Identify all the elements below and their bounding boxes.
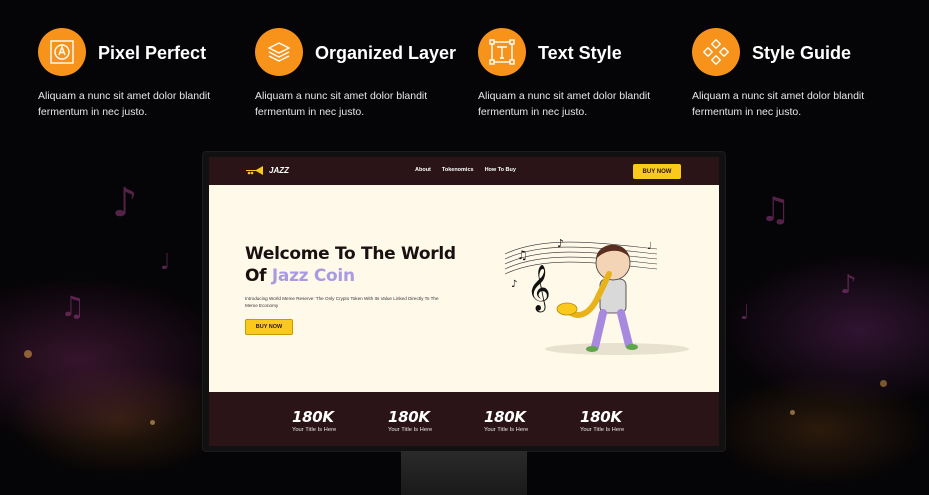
music-note-icon: ♩ [160,250,171,275]
bokeh-dot [880,380,887,387]
feature-title: Pixel Perfect [98,43,207,63]
site-navbar: JAZZ About Tokenomics How To Buy BUY NOW [209,157,719,185]
text-style-icon [478,28,526,76]
bokeh-dot [150,420,155,425]
feature-title: Organized Layer [315,43,457,63]
stat-label: Your Title Is Here [292,427,337,433]
stat-value: 180K [580,408,622,426]
layers-icon [255,28,303,76]
music-note-icon: ♪ [840,270,857,300]
stats-band: 180K Your Title Is Here 180K Your Title … [209,392,719,446]
trumpet-icon [246,166,263,175]
feature-title: Text Style [538,43,622,63]
svg-text:♪: ♪ [557,237,564,250]
site-logo[interactable]: JAZZ [245,165,289,176]
stat-label: Your Title Is Here [484,427,529,433]
stat-label: Your Title Is Here [580,427,625,433]
nav-link-how-to-buy[interactable]: How To Buy [485,167,516,173]
style-guide-icon [692,28,740,76]
music-note-icon: ♫ [60,290,86,323]
hero-title-accent: Jazz Coin [271,266,355,286]
stat-value: 180K [388,408,430,426]
nav-link-tokenomics[interactable]: Tokenomics [442,167,474,173]
music-note-icon: ♫ [760,190,791,230]
stat-value: 180K [484,408,526,426]
stat-item: 180K Your Title Is Here [484,409,564,433]
saxophone-player-illustration: 𝄞 ♫ ♪ ♩ ♪ [504,237,689,355]
logo-text: JAZZ [269,166,289,175]
nav-link-about[interactable]: About [415,167,431,173]
hero-subtitle: Introducing World Meme Reserve: The Only… [245,296,439,308]
stat-item: 180K Your Title Is Here [388,409,468,433]
feature-description: Aliquam a nunc sit amet dolor blandit fe… [478,90,651,118]
monitor-stand [401,451,527,495]
hero-title-line1: Welcome To The World [245,244,456,264]
feature-description: Aliquam a nunc sit amet dolor blandit fe… [692,90,865,118]
pixel-perfect-icon [38,28,86,76]
stat-item: 180K Your Title Is Here [580,409,660,433]
music-note-icon: ♪ [112,180,138,226]
buy-now-nav-button[interactable]: BUY NOW [633,164,681,179]
hero-title-line2: Of Jazz Coin [245,265,456,287]
svg-text:𝄞: 𝄞 [527,265,551,313]
svg-text:♫: ♫ [517,248,528,262]
features-row: Pixel Perfect Aliquam a nunc sit amet do… [38,28,908,118]
feature-description: Aliquam a nunc sit amet dolor blandit fe… [255,90,428,118]
bokeh-dot [24,350,32,358]
feature-description: Aliquam a nunc sit amet dolor blandit fe… [38,90,211,118]
hero-buy-now-button[interactable]: BUY NOW [245,319,293,335]
website-preview: JAZZ About Tokenomics How To Buy BUY NOW… [209,157,719,446]
hero-title-prefix: Of [245,266,272,286]
stat-value: 180K [292,408,334,426]
hero-title: Welcome To The World Of Jazz Coin [245,243,456,287]
svg-text:♪: ♪ [511,279,517,290]
music-note-icon: ♩ [740,300,750,324]
bokeh-dot [790,410,795,415]
stat-item: 180K Your Title Is Here [292,409,372,433]
site-nav-links: About Tokenomics How To Buy [415,167,516,173]
feature-title: Style Guide [752,43,852,63]
stat-label: Your Title Is Here [388,427,433,433]
monitor-mockup: JAZZ About Tokenomics How To Buy BUY NOW… [203,152,725,451]
svg-text:♩: ♩ [647,241,652,252]
